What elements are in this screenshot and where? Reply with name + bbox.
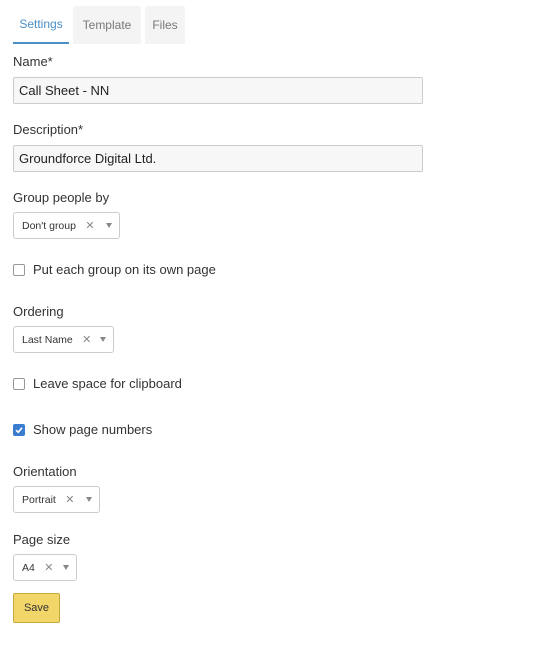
chevron-down-icon[interactable] — [100, 337, 106, 342]
tab-files[interactable]: Files — [145, 6, 185, 44]
save-button[interactable]: Save — [13, 593, 60, 623]
page-size-select[interactable]: A4 ✕ — [13, 554, 77, 581]
close-icon[interactable]: ✕ — [82, 333, 92, 346]
orientation-select[interactable]: Portrait ✕ — [13, 486, 100, 513]
check-icon — [15, 426, 23, 433]
name-input[interactable] — [13, 77, 423, 104]
close-icon[interactable]: ✕ — [85, 219, 95, 232]
page-numbers-checkbox[interactable] — [13, 423, 25, 436]
own-page-option[interactable]: Put each group on its own page — [13, 262, 216, 277]
orientation-label: Orientation — [13, 464, 77, 479]
page-numbers-option[interactable]: Show page numbers — [13, 422, 152, 437]
group-people-by-label: Group people by — [13, 190, 110, 205]
group-people-by-select[interactable]: Don't group ✕ — [13, 212, 120, 239]
name-label: Name* — [13, 54, 53, 69]
description-input[interactable] — [13, 145, 423, 172]
chevron-down-icon[interactable] — [86, 497, 92, 502]
tab-bar: Settings Template Files — [13, 6, 185, 44]
own-page-checkbox[interactable] — [13, 263, 25, 276]
page-numbers-label: Show page numbers — [33, 422, 153, 437]
tab-template[interactable]: Template — [73, 6, 141, 44]
ordering-label: Ordering — [13, 304, 64, 319]
chevron-down-icon[interactable] — [63, 565, 69, 570]
clipboard-option[interactable]: Leave space for clipboard — [13, 376, 182, 391]
group-people-by-value: Don't group — [22, 219, 76, 232]
page-size-value: A4 — [22, 561, 35, 574]
page-size-label: Page size — [13, 532, 71, 547]
ordering-select[interactable]: Last Name ✕ — [13, 326, 114, 353]
close-icon[interactable]: ✕ — [44, 561, 54, 574]
own-page-label: Put each group on its own page — [33, 262, 216, 277]
orientation-value: Portrait — [22, 493, 56, 506]
clipboard-label: Leave space for clipboard — [33, 376, 182, 391]
description-label: Description* — [13, 122, 84, 137]
close-icon[interactable]: ✕ — [65, 493, 75, 506]
chevron-down-icon[interactable] — [106, 223, 112, 228]
ordering-value: Last Name — [22, 333, 73, 346]
tab-settings[interactable]: Settings — [13, 6, 69, 44]
clipboard-checkbox[interactable] — [13, 377, 25, 390]
